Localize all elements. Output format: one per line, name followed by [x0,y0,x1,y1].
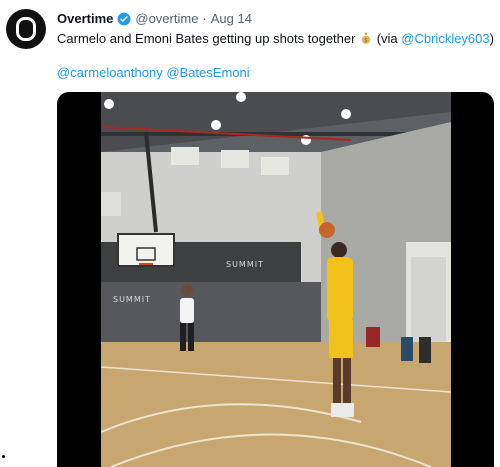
via-close: ) [489,31,494,46]
user-handle[interactable]: @overtime [135,11,198,26]
mention-carmeloanthony[interactable]: @carmeloanthony [57,65,163,80]
video-frame: SUMMIT SUMMIT [101,92,451,467]
tweet-text: Carmelo and Emoni Bates getting up shots… [57,31,494,46]
overtime-logo-icon [16,17,36,41]
svg-text:$: $ [364,38,368,44]
tweet-body: Carmelo and Emoni Bates getting up shots… [57,31,356,46]
mentions: @carmeloanthony @BatesEmoni [57,65,250,80]
mention-batesemoni[interactable]: @BatesEmoni [166,65,249,80]
tweet-date[interactable]: Aug 14 [211,11,252,26]
stray-dot [2,455,5,458]
display-name[interactable]: Overtime [57,11,113,26]
tweet-header: Overtime @overtime · Aug 14 [57,11,252,26]
summit-sign-upper: SUMMIT [226,260,264,269]
avatar[interactable] [6,9,46,49]
via-mention-link[interactable]: @Cbrickley603 [401,31,489,46]
verified-badge-icon [117,12,131,25]
summit-sign-lower: SUMMIT [113,295,151,304]
separator: · [202,11,207,26]
video-media[interactable]: SUMMIT SUMMIT [57,92,494,467]
via-open: (via [376,31,402,46]
money-bag-icon: $ [361,32,371,44]
